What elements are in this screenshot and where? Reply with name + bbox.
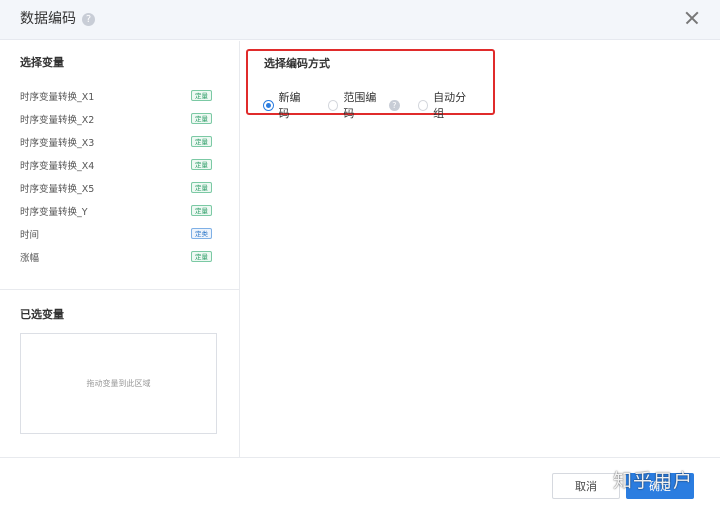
variable-type-badge: 定量 xyxy=(191,113,212,124)
selected-variable-title: 已选变量 xyxy=(20,308,64,321)
variable-name: 涨幅 xyxy=(20,252,40,264)
variable-type-badge: 定类 xyxy=(191,228,212,239)
encoding-method-title: 选择编码方式 xyxy=(264,57,330,70)
variable-item[interactable]: 时序变量转换_X1 定量 xyxy=(20,84,212,107)
confirm-button[interactable]: 确定 xyxy=(626,473,694,499)
radio-unchecked-icon[interactable] xyxy=(327,99,339,111)
variable-item[interactable]: 时序变量转换_X5 定量 xyxy=(20,176,212,199)
variable-type-badge: 定量 xyxy=(191,182,212,193)
radio-range-encoding[interactable]: 范围编码 ? xyxy=(327,89,400,121)
help-icon[interactable]: ? xyxy=(82,13,95,26)
encoding-method-section: 选择编码方式 新编码 范围编码 ? 自动分组 xyxy=(246,49,495,120)
variable-name: 时间 xyxy=(20,229,40,241)
dialog-title: 数据编码? xyxy=(20,10,95,28)
dialog-footer: 取消 确定 xyxy=(0,457,720,506)
radio-auto-group[interactable]: 自动分组 xyxy=(417,89,475,121)
radio-unchecked-icon[interactable] xyxy=(417,99,429,111)
variable-name: 时序变量转换_X3 xyxy=(20,137,95,149)
encoding-method-options: 新编码 范围编码 ? 自动分组 xyxy=(263,89,493,121)
variable-name: 时序变量转换_X4 xyxy=(20,160,95,172)
variable-drop-zone[interactable]: 拖动变量到此区域 xyxy=(20,333,217,434)
variable-item[interactable]: 时序变量转换_Y 定量 xyxy=(20,199,212,222)
drop-zone-hint: 拖动变量到此区域 xyxy=(86,379,151,388)
radio-label: 范围编码 xyxy=(343,91,377,120)
variable-type-badge: 定量 xyxy=(191,159,212,170)
variable-type-badge: 定量 xyxy=(191,136,212,147)
variable-type-badge: 定量 xyxy=(191,90,212,101)
variable-panel: 选择变量 时序变量转换_X1 定量 时序变量转换_X2 定量 时序变量转换_X3 定量… xyxy=(0,41,240,457)
radio-new-encoding[interactable]: 新编码 xyxy=(263,89,310,121)
dialog-header: 数据编码? xyxy=(0,0,720,40)
variable-name: 时序变量转换_X2 xyxy=(20,114,95,126)
variable-item[interactable]: 时序变量转换_X3 定量 xyxy=(20,130,212,153)
variable-item[interactable]: 时序变量转换_X2 定量 xyxy=(20,107,212,130)
variable-item[interactable]: 时间 定类 xyxy=(20,222,212,245)
radio-checked-icon[interactable] xyxy=(263,99,274,111)
close-icon[interactable] xyxy=(682,8,702,28)
variable-name: 时序变量转换_X1 xyxy=(20,91,95,103)
dialog-title-text: 数据编码 xyxy=(20,11,76,27)
help-icon[interactable]: ? xyxy=(389,99,400,111)
variable-type-badge: 定量 xyxy=(191,205,212,216)
variable-item[interactable]: 涨幅 定量 xyxy=(20,245,212,268)
variable-name: 时序变量转换_X5 xyxy=(20,183,95,195)
variable-type-badge: 定量 xyxy=(191,251,212,262)
select-variable-title: 选择变量 xyxy=(20,56,64,69)
panel-divider xyxy=(0,289,239,290)
cancel-button[interactable]: 取消 xyxy=(552,473,620,499)
radio-label: 自动分组 xyxy=(433,91,467,120)
radio-label: 新编码 xyxy=(278,91,301,120)
variable-list: 时序变量转换_X1 定量 时序变量转换_X2 定量 时序变量转换_X3 定量 时序变量… xyxy=(20,84,212,268)
variable-item[interactable]: 时序变量转换_X4 定量 xyxy=(20,153,212,176)
variable-name: 时序变量转换_Y xyxy=(20,206,88,218)
